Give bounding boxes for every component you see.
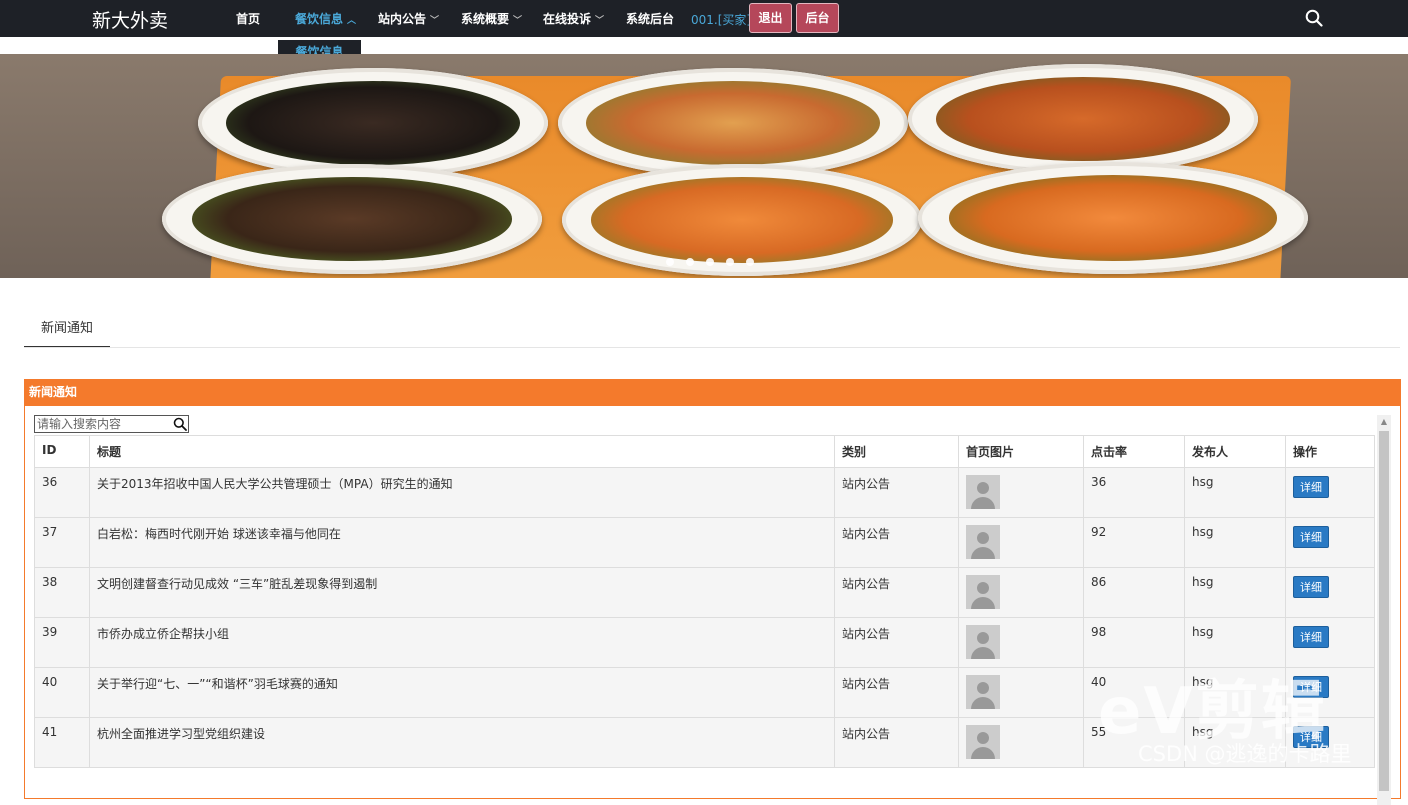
avatar-placeholder-icon: [966, 675, 1000, 709]
cell-category: 站内公告: [834, 667, 959, 718]
cell-author: hsg: [1184, 467, 1286, 518]
banner-bowl: [908, 64, 1258, 174]
cell-id: 36: [34, 467, 90, 518]
table-row: 37 白岩松：梅西时代刚开始 球迷该幸福与他同在 站内公告 92 hsg 详细: [34, 517, 1375, 568]
avatar-placeholder-icon: [966, 475, 1000, 509]
cell-category: 站内公告: [834, 467, 959, 518]
detail-button[interactable]: 详细: [1293, 626, 1329, 648]
cell-image: [958, 467, 1084, 518]
admin-button[interactable]: 后台: [796, 3, 839, 33]
cell-clicks: 36: [1083, 467, 1185, 518]
nav-food-info[interactable]: 餐饮信息 ︿: [295, 10, 356, 27]
cell-author: hsg: [1184, 517, 1286, 568]
cell-title: 关于举行迎“七、一”“和谐杯”羽毛球赛的通知: [89, 667, 835, 718]
cell-title: 杭州全面推进学习型党组织建设: [89, 717, 835, 768]
search-icon[interactable]: [173, 417, 187, 431]
cell-title: 白岩松：梅西时代刚开始 球迷该幸福与他同在: [89, 517, 835, 568]
cell-id: 41: [34, 717, 90, 768]
chevron-up-icon: ︿: [347, 16, 357, 26]
banner-bowl: [558, 68, 908, 178]
col-image: 首页图片: [958, 435, 1084, 468]
current-user-label: 001.[买家]: [691, 13, 752, 27]
table-header-row: ID 标题 类别 首页图片 点击率 发布人 操作: [34, 435, 1375, 468]
chevron-down-icon: ﹀: [430, 16, 440, 26]
cell-image: [958, 667, 1084, 718]
avatar-placeholder-icon: [966, 725, 1000, 759]
col-author: 发布人: [1184, 435, 1286, 468]
scrollbar-thumb[interactable]: [1379, 431, 1389, 791]
banner-bowl: [162, 164, 542, 274]
avatar-placeholder-icon: [966, 625, 1000, 659]
carousel-dot[interactable]: [726, 258, 734, 266]
search-input[interactable]: [35, 416, 175, 432]
col-action: 操作: [1285, 435, 1375, 468]
cell-category: 站内公告: [834, 517, 959, 568]
cell-action: 详细: [1285, 467, 1375, 518]
col-clicks: 点击率: [1083, 435, 1185, 468]
search-icon[interactable]: [1305, 9, 1323, 27]
avatar-placeholder-icon: [966, 525, 1000, 559]
nav-online-complaint[interactable]: 在线投诉 ﹀: [543, 10, 604, 27]
nav-system-overview[interactable]: 系统概要 ﹀: [461, 10, 522, 27]
cell-clicks: 92: [1083, 517, 1185, 568]
cell-image: [958, 717, 1084, 768]
carousel-dot[interactable]: [746, 258, 754, 266]
cell-clicks: 86: [1083, 567, 1185, 618]
cell-title: 文明创建督查行动见成效 “三车”脏乱差现象得到遏制: [89, 567, 835, 618]
cell-id: 38: [34, 567, 90, 618]
cell-id: 37: [34, 517, 90, 568]
csdn-watermark-text: CSDN @逃逸的卡路里: [1138, 742, 1352, 766]
avatar-placeholder-icon: [966, 575, 1000, 609]
cell-image: [958, 567, 1084, 618]
col-id: ID: [34, 435, 90, 468]
tab-news[interactable]: 新闻通知: [24, 312, 110, 348]
cell-id: 40: [34, 667, 90, 718]
cell-author: hsg: [1184, 567, 1286, 618]
banner-bowl: [198, 68, 548, 178]
col-title: 标题: [89, 435, 835, 468]
chevron-down-icon: ﹀: [595, 16, 605, 26]
cell-image: [958, 617, 1084, 668]
nav-home[interactable]: 首页: [236, 10, 260, 27]
detail-button[interactable]: 详细: [1293, 476, 1329, 498]
banner-bowl: [918, 162, 1308, 274]
panel-title: 新闻通知: [25, 380, 1400, 406]
carousel-dot[interactable]: [706, 258, 714, 266]
tab-divider: [24, 347, 1400, 348]
carousel-dot[interactable]: [686, 258, 694, 266]
cell-category: 站内公告: [834, 567, 959, 618]
nav-system-admin[interactable]: 系统后台: [626, 10, 674, 27]
cell-action: 详细: [1285, 567, 1375, 618]
carousel-indicators: [666, 255, 766, 269]
cell-category: 站内公告: [834, 617, 959, 668]
cell-title: 市侨办成立侨企帮扶小组: [89, 617, 835, 668]
table-row: 36 关于2013年招收中国人民大学公共管理硕士（MPA）研究生的通知 站内公告…: [34, 467, 1375, 518]
detail-button[interactable]: 详细: [1293, 526, 1329, 548]
chevron-down-icon: ﹀: [513, 16, 523, 26]
scroll-up-arrow-icon[interactable]: ▲: [1377, 415, 1391, 429]
cell-title: 关于2013年招收中国人民大学公共管理硕士（MPA）研究生的通知: [89, 467, 835, 518]
cell-image: [958, 517, 1084, 568]
col-category: 类别: [834, 435, 959, 468]
brand-logo[interactable]: 新大外卖: [92, 6, 168, 33]
food-banner-carousel[interactable]: [0, 54, 1408, 278]
cell-action: 详细: [1285, 517, 1375, 568]
table-row: 38 文明创建督查行动见成效 “三车”脏乱差现象得到遏制 站内公告 86 hsg…: [34, 567, 1375, 618]
search-box: [34, 415, 189, 433]
detail-button[interactable]: 详细: [1293, 576, 1329, 598]
nav-announcements[interactable]: 站内公告 ﹀: [378, 10, 439, 27]
table-scrollbar[interactable]: ▲: [1377, 415, 1391, 805]
logout-button[interactable]: 退出: [749, 3, 792, 33]
top-navbar: 新大外卖 首页 餐饮信息 ︿ 站内公告 ﹀ 系统概要 ﹀ 在线投诉 ﹀ 系统后台 001…: [0, 0, 1408, 37]
cell-id: 39: [34, 617, 90, 668]
carousel-dot[interactable]: [666, 258, 674, 266]
cell-category: 站内公告: [834, 717, 959, 768]
